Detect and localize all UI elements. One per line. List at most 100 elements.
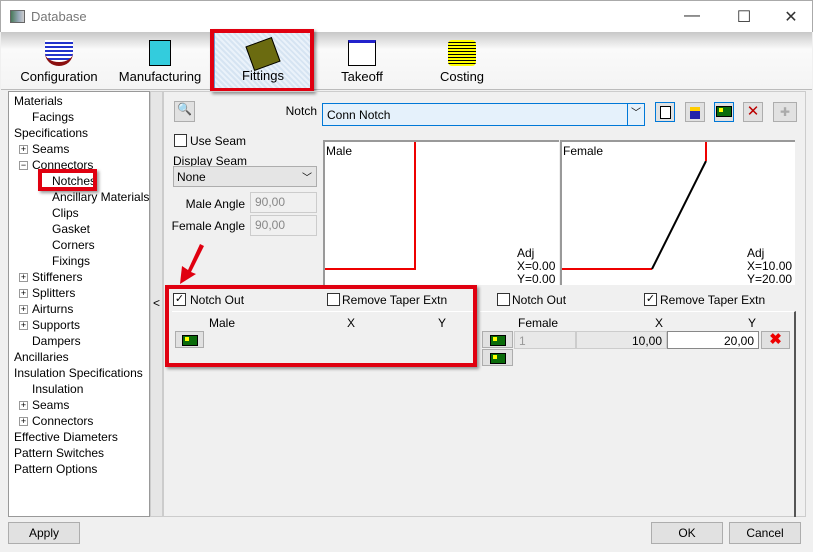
- male-remove-taper-label: Remove Taper Extn: [342, 293, 448, 307]
- male-notch-out-checkbox[interactable]: ✓: [173, 293, 186, 306]
- takeoff-icon: [348, 40, 376, 66]
- tree-item[interactable]: Airturns: [32, 301, 73, 317]
- add-notch-button[interactable]: [714, 102, 734, 122]
- female-remove-taper-checkbox[interactable]: ✓: [644, 293, 657, 306]
- splitter[interactable]: <: [150, 91, 163, 517]
- use-seam-checkbox[interactable]: [174, 134, 187, 147]
- tab-label: Costing: [439, 69, 485, 84]
- pin-icon: ✚: [779, 105, 791, 119]
- tree-item[interactable]: Splitters: [32, 285, 75, 301]
- fitting-icon: [245, 36, 281, 72]
- tree-item[interactable]: Facings: [32, 109, 74, 125]
- male-add-row-button[interactable]: [175, 331, 204, 348]
- expand-icon[interactable]: +: [19, 321, 28, 330]
- collapse-arrow[interactable]: <: [153, 296, 160, 310]
- minimize-button[interactable]: —: [682, 7, 702, 25]
- expand-icon[interactable]: +: [19, 305, 28, 314]
- tree-item[interactable]: Stiffeners: [32, 269, 82, 285]
- female-x-cell[interactable]: 10,00: [576, 331, 667, 349]
- tree-item[interactable]: Seams: [32, 141, 69, 157]
- adj-label: Adj: [517, 246, 535, 260]
- delete-row-button[interactable]: ✖: [761, 331, 790, 349]
- tree-item[interactable]: Connectors: [32, 413, 93, 429]
- female-grid-y-header: Y: [748, 316, 757, 330]
- new-icon: [716, 106, 732, 117]
- ok-button[interactable]: OK: [651, 522, 723, 544]
- book-icon: [45, 40, 73, 66]
- female-notch-out-label: Notch Out: [512, 293, 567, 307]
- notch-select[interactable]: Conn Notch ﹀: [322, 103, 645, 126]
- female-y-cell[interactable]: 20,00: [667, 331, 759, 349]
- tree-item[interactable]: Seams: [32, 397, 69, 413]
- tree-item[interactable]: Gasket: [52, 221, 90, 237]
- use-seam-label: Use Seam: [190, 134, 247, 148]
- tree-item[interactable]: Specifications: [14, 125, 88, 141]
- magnifier-icon: 🔍: [177, 102, 192, 116]
- male-remove-taper-checkbox[interactable]: [327, 293, 340, 306]
- male-preview: Male Adj X=0.00 Y=0.00: [323, 140, 559, 286]
- male-grid-x-header: X: [347, 316, 356, 330]
- tree-item[interactable]: Pattern Options: [14, 461, 97, 477]
- tree-item[interactable]: Clips: [52, 205, 79, 221]
- female-angle-field[interactable]: 90,00: [250, 215, 317, 236]
- display-seam-select[interactable]: None ﹀: [173, 166, 317, 187]
- cancel-button[interactable]: Cancel: [729, 522, 801, 544]
- tree-item[interactable]: Effective Diameters: [14, 429, 118, 445]
- app-icon: [10, 10, 25, 23]
- tree-item[interactable]: Connectors: [32, 157, 93, 173]
- expand-icon[interactable]: +: [19, 145, 28, 154]
- tree-item[interactable]: Corners: [52, 237, 95, 253]
- title-bar: Database — ☐ ✕: [0, 0, 813, 32]
- info-button[interactable]: [685, 102, 705, 122]
- pin-button[interactable]: ✚: [773, 102, 797, 122]
- tab-label: Takeoff: [341, 69, 383, 84]
- coins-icon: [448, 40, 476, 66]
- tab-costing[interactable]: Costing: [413, 32, 511, 90]
- tab-fittings[interactable]: Fittings: [214, 32, 312, 90]
- tree-item[interactable]: Materials: [14, 93, 63, 109]
- male-angle-field[interactable]: 90,00: [250, 192, 317, 213]
- maximize-button[interactable]: ☐: [734, 7, 754, 27]
- preview-button[interactable]: 🔍: [174, 101, 195, 122]
- delete-x-icon: ✕: [746, 103, 760, 120]
- module-toolbar: Configuration Manufacturing Fittings Tak…: [1, 32, 812, 90]
- row-index-cell: 1: [514, 331, 576, 349]
- properties-button[interactable]: [655, 102, 675, 122]
- notch-value: Conn Notch: [327, 108, 391, 122]
- notch-label: Notch: [285, 104, 317, 118]
- tab-configuration[interactable]: Configuration: [9, 32, 109, 90]
- tree-item[interactable]: Fixings: [52, 253, 90, 269]
- tab-takeoff[interactable]: Takeoff: [313, 32, 411, 90]
- close-button[interactable]: ✕: [781, 7, 801, 27]
- chevron-down-icon: ﹀: [302, 173, 312, 184]
- collapse-icon[interactable]: −: [19, 161, 28, 170]
- tab-label: Configuration: [20, 69, 98, 84]
- new-icon: [489, 353, 506, 364]
- female-insert-row-button[interactable]: [482, 331, 513, 348]
- tab-label: Manufacturing: [118, 69, 202, 84]
- tree-item[interactable]: Insulation Specifications: [14, 365, 143, 381]
- female-notch-out-checkbox[interactable]: [497, 293, 510, 306]
- tree-item[interactable]: Supports: [32, 317, 80, 333]
- tree-item[interactable]: Dampers: [32, 333, 81, 349]
- user-info-icon: [690, 107, 700, 119]
- adj-x: X=0.00: [517, 259, 556, 273]
- expand-icon[interactable]: +: [19, 417, 28, 426]
- expand-icon[interactable]: +: [19, 289, 28, 298]
- female-add-row-button[interactable]: [482, 349, 513, 366]
- category-tree[interactable]: Materials Facings Specifications Seams + Conn…: [8, 91, 150, 517]
- expand-icon[interactable]: +: [19, 273, 28, 282]
- tree-item[interactable]: Insulation: [32, 381, 83, 397]
- expand-icon[interactable]: +: [19, 401, 28, 410]
- tree-item[interactable]: Ancillaries: [14, 349, 69, 365]
- tree-item[interactable]: Pattern Switches: [14, 445, 104, 461]
- delete-notch-button[interactable]: ✕: [743, 102, 763, 122]
- adj-x: X=10.00: [747, 259, 793, 273]
- female-angle-label: Female Angle: [171, 219, 245, 233]
- adj-y: Y=0.00: [517, 272, 556, 286]
- tree-item[interactable]: Notches: [52, 173, 96, 189]
- female-preview: Female Adj X=10.00 Y=20.00: [560, 140, 795, 286]
- tab-manufacturing[interactable]: Manufacturing: [111, 32, 209, 90]
- tree-item[interactable]: Ancillary Materials: [52, 189, 149, 205]
- apply-button[interactable]: Apply: [8, 522, 80, 544]
